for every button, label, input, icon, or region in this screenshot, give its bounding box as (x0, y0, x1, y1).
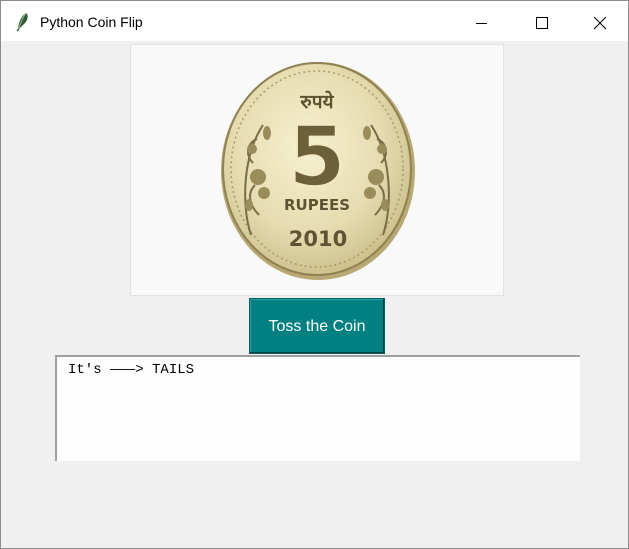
coin-currency: RUPEES (284, 196, 350, 214)
coin-year: 2010 (289, 227, 347, 251)
minimize-icon (476, 23, 487, 24)
coin-image-panel: रुपये 5 RUPEES 2010 (130, 44, 504, 296)
minimize-button[interactable] (458, 1, 504, 41)
app-window: Python Coin Flip रुपये 5 RUPEES 2010 Tos… (0, 0, 629, 549)
result-text: It's ———> TAILS (68, 362, 195, 378)
maximize-button[interactable] (519, 1, 565, 41)
title-bar[interactable]: Python Coin Flip (1, 1, 628, 41)
close-button[interactable] (575, 1, 621, 41)
coin-image: रुपये 5 RUPEES 2010 (221, 62, 415, 280)
maximize-icon (536, 17, 548, 29)
result-textbox[interactable]: It's ———> TAILS (55, 355, 580, 461)
toss-coin-button[interactable]: Toss the Coin (249, 298, 385, 354)
window-title: Python Coin Flip (40, 14, 143, 30)
close-icon (593, 16, 607, 30)
coin-denomination: 5 (288, 110, 345, 205)
feather-icon (15, 12, 31, 32)
